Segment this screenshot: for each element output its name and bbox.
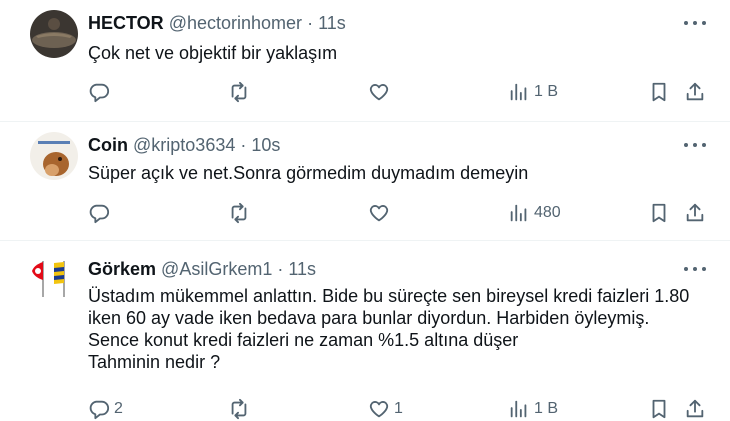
- like-button[interactable]: [368, 80, 394, 104]
- views-count: 1 B: [534, 400, 559, 417]
- timestamp[interactable]: 10s: [251, 135, 280, 155]
- share-icon: [686, 203, 704, 222]
- author-handle[interactable]: @hectorinhomer: [169, 13, 302, 33]
- avatar-image: [30, 253, 78, 301]
- repost-button[interactable]: [228, 80, 254, 104]
- reply-button[interactable]: [88, 201, 114, 225]
- separator-dot: ·: [240, 135, 247, 155]
- bookmark-button[interactable]: [648, 397, 670, 421]
- reply-icon: [89, 204, 110, 224]
- avatar-image: [30, 132, 78, 180]
- timestamp[interactable]: 11s: [318, 13, 346, 33]
- author-name[interactable]: HECTOR: [88, 13, 164, 33]
- reply-icon: [89, 400, 110, 420]
- repost-icon: [231, 398, 247, 420]
- avatar-image: [30, 10, 78, 58]
- action-bar: 1 B: [88, 80, 708, 104]
- share-button[interactable]: [684, 201, 706, 225]
- more-icon[interactable]: [684, 265, 706, 273]
- like-count: 1: [394, 400, 403, 417]
- avatar[interactable]: [30, 10, 78, 58]
- timestamp[interactable]: 11s: [288, 259, 316, 279]
- like-icon: [369, 205, 389, 222]
- separator-dot: ·: [277, 259, 284, 279]
- separator-dot: ·: [307, 13, 314, 33]
- more-icon[interactable]: [684, 19, 706, 27]
- share-icon: [686, 399, 704, 418]
- more-icon[interactable]: [684, 141, 706, 149]
- tweet-2[interactable]: Coin @kripto3634 · 10s Süper açık ve net…: [0, 122, 730, 240]
- tweet-3[interactable]: Görkem @AsilGrkem1 · 11s Üstadım mükemme…: [0, 241, 730, 420]
- author-name[interactable]: Coin: [88, 135, 128, 155]
- tweet-text: Çok net ve objektif bir yaklaşım: [88, 43, 338, 63]
- views-button[interactable]: 480: [508, 201, 561, 225]
- repost-icon: [231, 202, 247, 224]
- author-handle[interactable]: @kripto3634: [133, 135, 235, 155]
- views-button[interactable]: 1 B: [508, 397, 558, 421]
- reply-button[interactable]: [88, 80, 114, 104]
- bookmark-button[interactable]: [648, 80, 670, 104]
- like-button[interactable]: [368, 201, 394, 225]
- bookmark-button[interactable]: [648, 201, 670, 225]
- views-icon: [510, 83, 527, 101]
- action-bar: 480: [88, 201, 708, 225]
- avatar[interactable]: [30, 132, 78, 180]
- reply-count: 2: [114, 400, 123, 417]
- tweet-1[interactable]: HECTOR @hectorinhomer · 11s Çok net ve o…: [0, 0, 730, 122]
- views-count: 1 B: [534, 83, 559, 100]
- repost-icon: [231, 81, 247, 103]
- repost-button[interactable]: [228, 201, 254, 225]
- share-button[interactable]: [684, 397, 706, 421]
- reply-icon: [89, 83, 110, 103]
- views-button[interactable]: 1 B: [508, 80, 558, 104]
- views-count: 480: [534, 204, 561, 221]
- author-handle[interactable]: @AsilGrkem1: [161, 259, 272, 279]
- bookmark-icon: [652, 203, 666, 223]
- tweet-text: Üstadım mükemmel anlattın. Bide bu süreç…: [88, 286, 690, 372]
- like-icon: [369, 84, 389, 101]
- share-icon: [686, 82, 704, 101]
- share-button[interactable]: [684, 80, 706, 104]
- tweet-text: Süper açık ve net.Sonra görmedim duymadı…: [88, 163, 529, 183]
- reply-button[interactable]: 2: [88, 397, 123, 421]
- repost-button[interactable]: [228, 397, 254, 421]
- avatar[interactable]: [30, 253, 78, 301]
- like-button[interactable]: 1: [368, 397, 403, 421]
- author-name[interactable]: Görkem: [88, 259, 156, 279]
- like-icon: [369, 401, 389, 418]
- bookmark-icon: [652, 82, 666, 102]
- views-icon: [510, 400, 527, 418]
- views-icon: [510, 204, 527, 222]
- bookmark-icon: [652, 399, 666, 419]
- action-bar: 2 1 1 B: [88, 397, 708, 421]
